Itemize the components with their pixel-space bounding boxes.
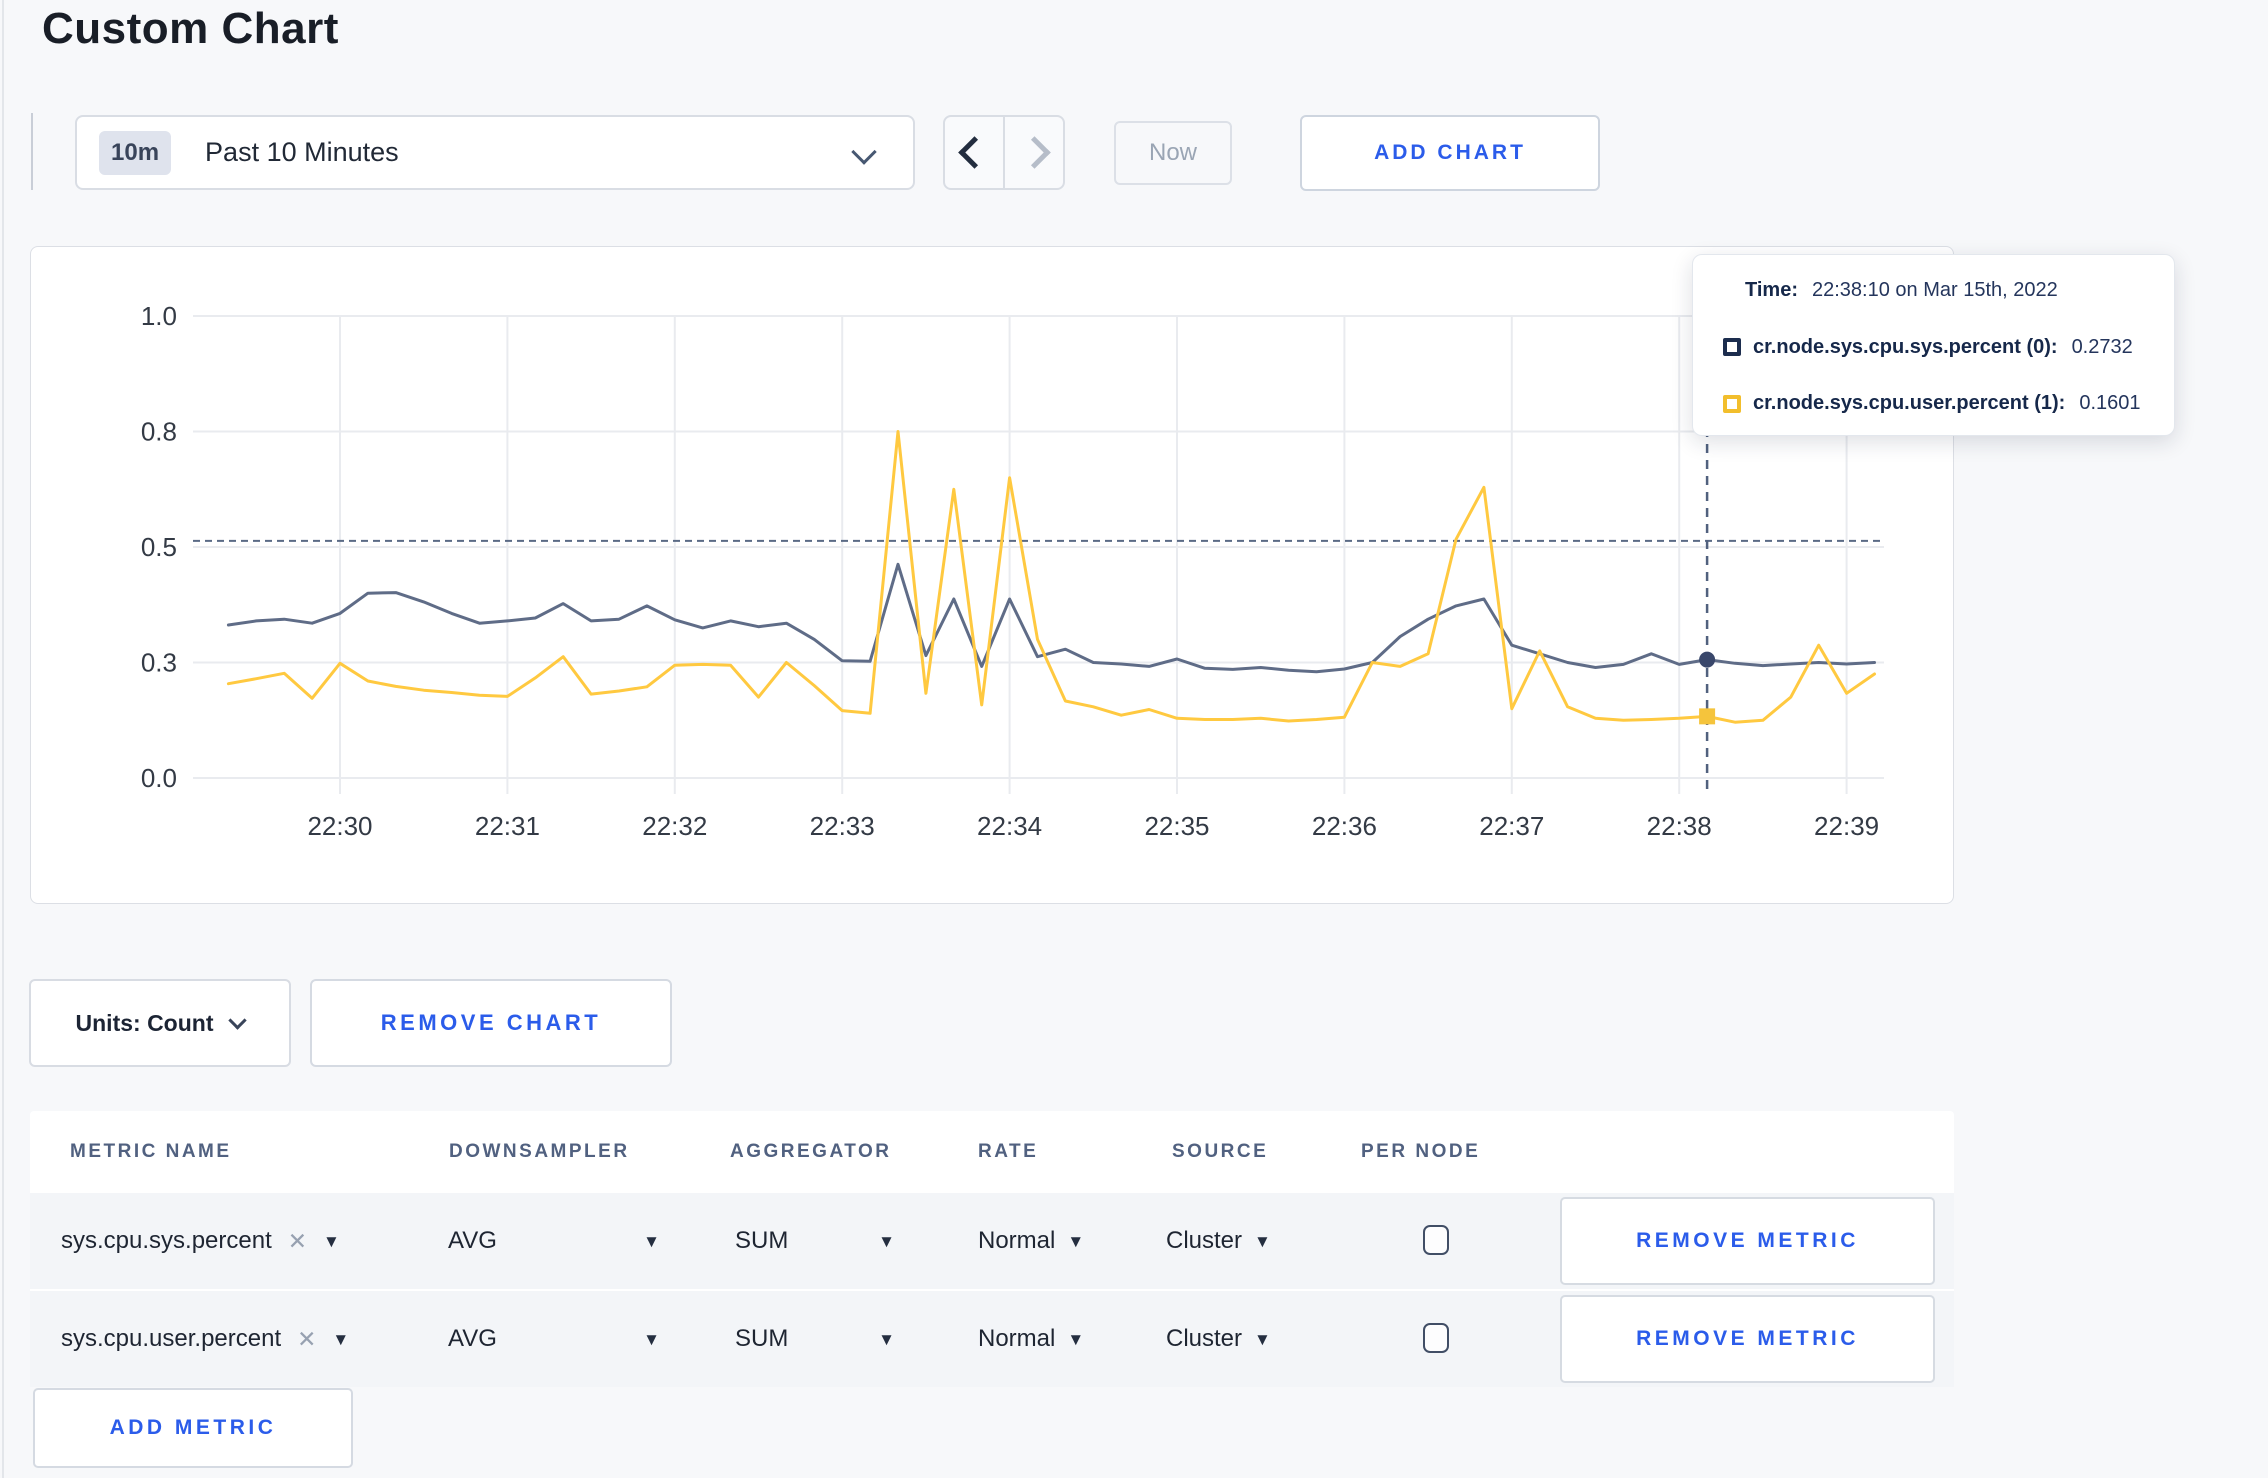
caret-down-icon: ▼ (643, 1231, 660, 1251)
source-dropdown[interactable]: Cluster ▼ (1166, 1291, 1271, 1387)
page-title: Custom Chart (42, 4, 339, 53)
caret-down-icon: ▼ (1067, 1231, 1085, 1251)
tooltip-series-value: 0.1601 (2079, 392, 2141, 414)
chevron-down-icon (228, 1010, 248, 1030)
svg-text:22:30: 22:30 (307, 811, 372, 841)
table-row: sys.cpu.user.percent ✕ ▼ AVG ▼ SUM ▼ Nor… (30, 1291, 1954, 1387)
series-user-swatch-icon (1723, 394, 1741, 413)
units-selector[interactable]: Units: Count (29, 979, 291, 1067)
caret-down-icon: ▼ (1067, 1329, 1085, 1349)
aggregator-dropdown[interactable]: SUM ▼ (735, 1291, 895, 1387)
tooltip-time-value: 22:38:10 on Mar 15th, 2022 (1811, 279, 2058, 301)
metric-name-value: sys.cpu.sys.percent (61, 1227, 272, 1254)
chevron-down-icon (851, 139, 877, 165)
downsampler-dropdown[interactable]: AVG ▼ (448, 1193, 660, 1289)
col-header-downsampler: DOWNSAMPLER (449, 1141, 630, 1162)
svg-text:0.3: 0.3 (141, 648, 177, 678)
col-header-rate: RATE (978, 1141, 1039, 1162)
remove-chart-button[interactable]: REMOVE CHART (310, 979, 672, 1067)
chevron-right-icon (1017, 136, 1051, 169)
svg-text:22:38: 22:38 (1647, 811, 1712, 841)
per-node-checkbox[interactable] (1423, 1225, 1449, 1255)
svg-text:22:32: 22:32 (642, 811, 707, 841)
time-range-badge: 10m (99, 130, 172, 175)
svg-text:22:39: 22:39 (1814, 811, 1879, 841)
aggregator-dropdown[interactable]: SUM ▼ (735, 1193, 895, 1289)
remove-metric-button[interactable]: REMOVE METRIC (1560, 1197, 1935, 1285)
metrics-table: METRIC NAME DOWNSAMPLER AGGREGATOR RATE … (30, 1111, 1954, 1387)
downsampler-value: AVG (448, 1227, 497, 1254)
source-value: Cluster (1166, 1325, 1243, 1352)
per-node-checkbox[interactable] (1423, 1323, 1449, 1353)
time-nav-arrows (943, 115, 1065, 190)
caret-down-icon: ▼ (323, 1231, 340, 1251)
now-button[interactable]: Now (1114, 121, 1232, 185)
clear-metric-icon[interactable]: ✕ (297, 1326, 316, 1353)
svg-text:22:33: 22:33 (810, 811, 875, 841)
rate-value: Normal (978, 1227, 1056, 1254)
rate-dropdown[interactable]: Normal ▼ (978, 1193, 1084, 1289)
tooltip-time-label: Time: (1745, 279, 1798, 301)
caret-down-icon: ▼ (643, 1329, 660, 1349)
col-header-per-node: PER NODE (1361, 1141, 1481, 1162)
next-time-button[interactable] (1005, 117, 1063, 188)
source-dropdown[interactable]: Cluster ▼ (1166, 1193, 1271, 1289)
metric-name-dropdown[interactable]: sys.cpu.user.percent ✕ ▼ (61, 1291, 349, 1387)
svg-text:1.0: 1.0 (141, 301, 177, 331)
svg-text:0.8: 0.8 (141, 417, 177, 447)
svg-text:22:36: 22:36 (1312, 811, 1377, 841)
col-header-source: SOURCE (1172, 1141, 1269, 1162)
rate-dropdown[interactable]: Normal ▼ (978, 1291, 1084, 1387)
time-range-selector[interactable]: 10m Past 10 Minutes (75, 115, 915, 190)
tooltip-series-value: 0.2732 (2071, 335, 2133, 358)
remove-metric-button[interactable]: REMOVE METRIC (1560, 1295, 1935, 1383)
downsampler-value: AVG (448, 1325, 497, 1352)
series-sys-swatch-icon (1723, 338, 1741, 356)
rate-value: Normal (978, 1325, 1056, 1352)
chart-card: 0.0 0.3 0.5 0.8 1.0 22:30 22:31 22:32 22:33 22:34… (30, 246, 1954, 904)
metric-name-dropdown[interactable]: sys.cpu.sys.percent ✕ ▼ (61, 1193, 340, 1289)
caret-down-icon: ▼ (1254, 1329, 1271, 1349)
add-metric-button[interactable]: ADD METRIC (33, 1388, 353, 1468)
svg-text:22:35: 22:35 (1144, 811, 1209, 841)
svg-text:22:34: 22:34 (977, 811, 1042, 841)
downsampler-dropdown[interactable]: AVG ▼ (448, 1291, 660, 1387)
toolbar-divider (31, 113, 33, 190)
source-value: Cluster (1166, 1227, 1243, 1254)
svg-text:0.5: 0.5 (141, 532, 177, 562)
line-chart[interactable]: 0.0 0.3 0.5 0.8 1.0 22:30 22:31 22:32 22:33 22:34… (31, 247, 1955, 905)
caret-down-icon: ▼ (332, 1329, 350, 1349)
add-chart-button[interactable]: ADD CHART (1300, 115, 1600, 191)
page-left-edge (2, 0, 4, 1478)
caret-down-icon: ▼ (878, 1231, 895, 1251)
prev-time-button[interactable] (945, 117, 1005, 188)
units-label: Units: Count (75, 1009, 214, 1036)
caret-down-icon: ▼ (1254, 1231, 1271, 1251)
svg-text:0.0: 0.0 (141, 763, 177, 793)
chart-tooltip: Time: 22:38:10 on Mar 15th, 2022 cr.node… (1692, 254, 2175, 436)
tooltip-series-label: cr.node.sys.cpu.sys.percent (0): (1753, 335, 2058, 358)
table-row: sys.cpu.sys.percent ✕ ▼ AVG ▼ SUM ▼ Norm… (30, 1193, 1954, 1289)
aggregator-value: SUM (735, 1227, 789, 1254)
caret-down-icon: ▼ (878, 1329, 895, 1349)
svg-text:22:31: 22:31 (475, 811, 540, 841)
col-header-aggregator: AGGREGATOR (730, 1141, 892, 1162)
svg-text:22:37: 22:37 (1479, 811, 1544, 841)
col-header-metric-name: METRIC NAME (70, 1141, 232, 1162)
time-range-label: Past 10 Minutes (205, 137, 399, 167)
aggregator-value: SUM (735, 1325, 789, 1352)
metric-name-value: sys.cpu.user.percent (61, 1325, 282, 1352)
clear-metric-icon[interactable]: ✕ (288, 1228, 307, 1255)
chevron-left-icon (957, 136, 991, 169)
tooltip-series-label: cr.node.sys.cpu.user.percent (1): (1753, 392, 2066, 414)
